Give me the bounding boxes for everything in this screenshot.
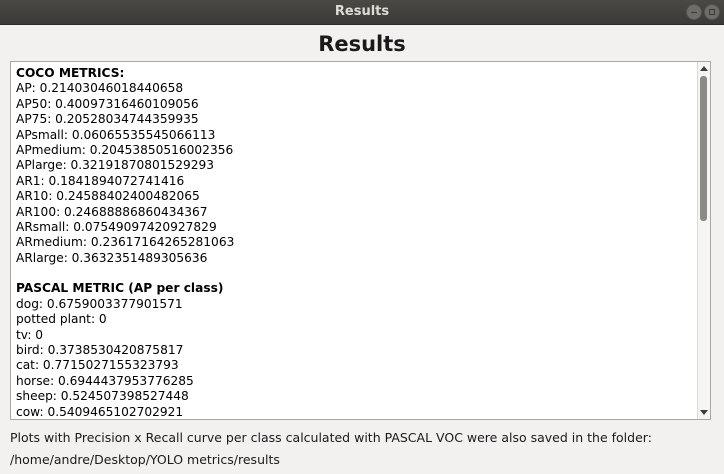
coco-metric-line: AP75: 0.20528034744359935	[16, 112, 199, 127]
coco-metric-line: ARlarge: 0.3632351489305636	[16, 250, 208, 265]
coco-metric-line: AP: 0.21403046018440658	[16, 81, 184, 96]
coco-metric-line: APmedium: 0.20453850516002356	[16, 142, 234, 157]
coco-metrics-header: COCO METRICS:	[16, 66, 125, 80]
vertical-scrollbar[interactable]	[697, 62, 710, 419]
page-title: Results	[318, 32, 406, 56]
results-text-area[interactable]: COCO METRICS: AP: 0.21403046018440658 AP…	[10, 61, 711, 420]
footer-message: Plots with Precision x Recall curve per …	[10, 430, 652, 445]
coco-metric-line: AR1: 0.1841894072741416	[16, 173, 185, 188]
results-folder-path: /home/andre/Desktop/YOLO metrics/results	[10, 452, 280, 467]
pascal-metric-line: horse: 0.6944437953776285	[16, 373, 194, 388]
coco-metric-line: AP50: 0.40097316460109056	[16, 96, 199, 111]
pascal-metric-line: bird: 0.3738530420875817	[16, 343, 184, 358]
title-bar: Results	[0, 0, 724, 25]
pascal-metric-line: tv: 0	[16, 327, 44, 342]
pascal-metric-line: cat: 0.7715027155323793	[16, 358, 179, 373]
coco-metric-line: APsmall: 0.06065535545066113	[16, 127, 216, 142]
results-content: COCO METRICS: AP: 0.21403046018440658 AP…	[16, 66, 696, 419]
coco-metric-line: AR100: 0.24688886860434367	[16, 204, 208, 219]
pascal-metrics-header: PASCAL METRIC (AP per class)	[16, 281, 224, 296]
minimize-icon[interactable]	[686, 4, 702, 20]
pascal-metric-line: dog: 0.6759003377901571	[16, 296, 183, 311]
coco-metric-line: ARmedium: 0.23617164265281063	[16, 235, 235, 250]
scrollbar-thumb[interactable]	[700, 76, 707, 221]
pascal-metric-line: cow: 0.5409465102702921	[16, 404, 184, 419]
pascal-metric-line: sheep: 0.524507398527448	[16, 389, 189, 404]
pascal-metric-line: potted plant: 0	[16, 312, 107, 327]
maximize-icon[interactable]	[704, 4, 720, 20]
coco-metric-line: APlarge: 0.32191870801529293	[16, 158, 214, 173]
coco-metric-line: AR10: 0.24588402400482065	[16, 189, 200, 204]
coco-metric-line: ARsmall: 0.07549097420927829	[16, 219, 217, 234]
window-title: Results	[334, 4, 390, 19]
scroll-up-arrow-icon[interactable]	[700, 66, 708, 71]
scroll-down-arrow-icon[interactable]	[700, 410, 708, 415]
